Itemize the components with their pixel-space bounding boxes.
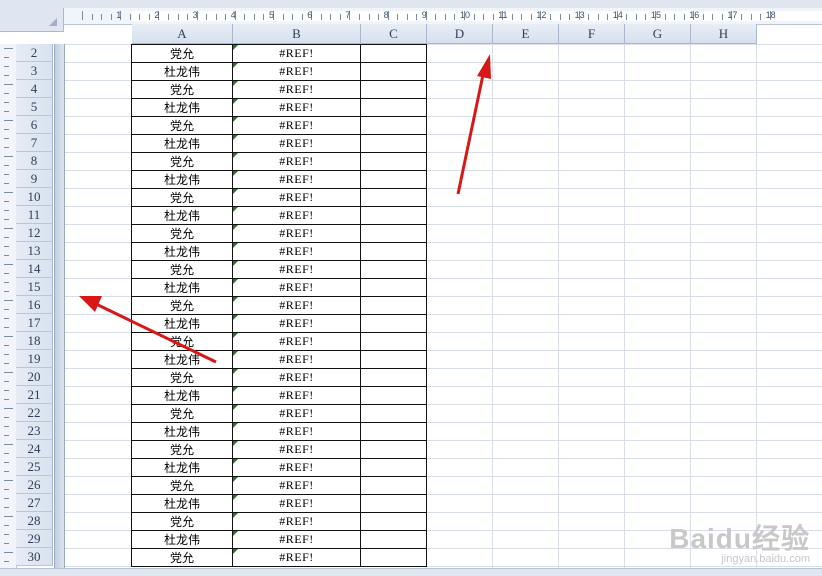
arrow-left <box>79 296 217 364</box>
annotation-arrows <box>79 54 491 364</box>
arrow-up-right <box>456 54 491 195</box>
